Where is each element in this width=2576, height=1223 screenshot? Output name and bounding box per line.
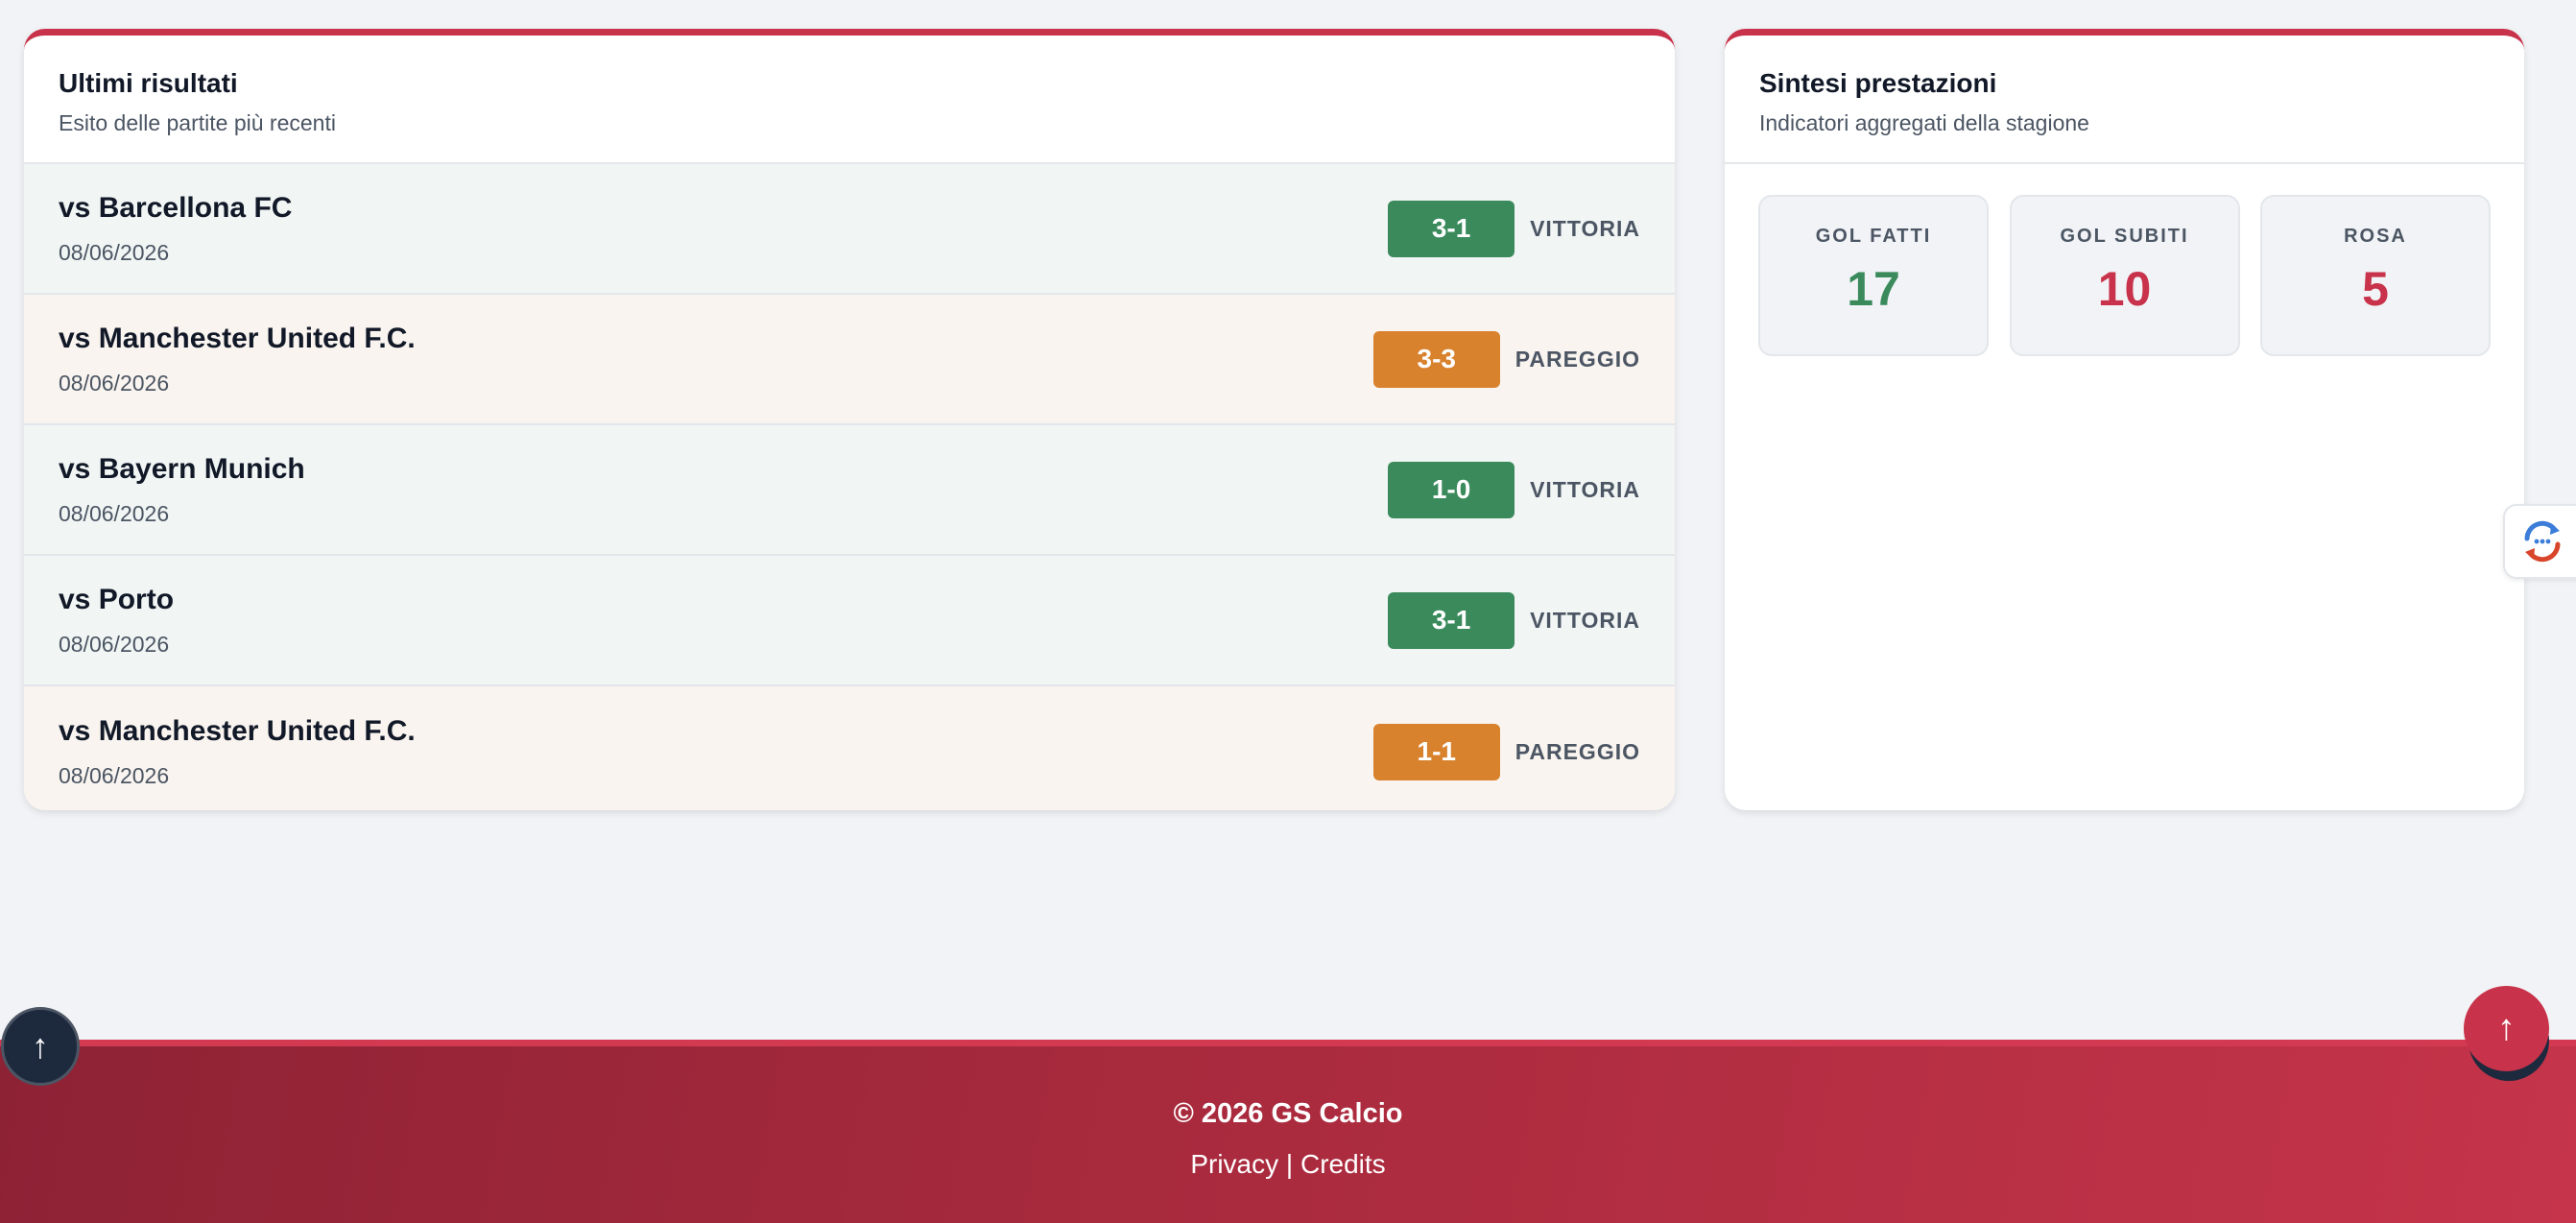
match-result: 1-0 VITTORIA: [1388, 461, 1640, 518]
privacy-link[interactable]: Privacy: [1190, 1149, 1278, 1179]
summary-subtitle: Indicatori aggregati della stagione: [1759, 110, 2089, 135]
scroll-to-top-button[interactable]: ↑: [1, 1007, 80, 1086]
outcome-label: VITTORIA: [1530, 607, 1640, 633]
match-opponent: vs Manchester United F.C.: [59, 714, 416, 747]
match-date: 08/06/2026: [59, 762, 170, 788]
arrow-up-icon: ↑: [2497, 1008, 2516, 1048]
match-opponent: vs Barcellona FC: [59, 191, 293, 224]
match-opponent: vs Porto: [59, 583, 175, 615]
stat-value: 10: [2097, 262, 2152, 316]
stat-label: ROSA: [2344, 226, 2407, 247]
page: Ultimi risultati Esito delle partite più…: [0, 0, 2576, 1223]
stat-goals-scored: GOL FATTI 17: [1758, 195, 1989, 356]
summary-card: Sintesi prestazioni Indicatori aggregati…: [1725, 29, 2524, 810]
match-opponent: vs Bayern Munich: [59, 452, 305, 485]
stat-label: GOL SUBITI: [2060, 226, 2189, 247]
match-date: 08/06/2026: [59, 239, 170, 265]
match-date: 08/06/2026: [59, 631, 170, 657]
stat-squad: ROSA 5: [2260, 195, 2491, 356]
match-row[interactable]: vs Barcellona FC 08/06/2026 3-1 VITTORIA: [24, 164, 1675, 295]
credits-link[interactable]: Credits: [1300, 1149, 1386, 1179]
refresh-chat-icon: [2524, 520, 2561, 563]
score-badge: 1-0: [1388, 461, 1515, 518]
stat-label: GOL FATTI: [1815, 226, 1932, 247]
score-badge: 3-3: [1372, 330, 1500, 388]
match-row[interactable]: vs Porto 08/06/2026 3-1 VITTORIA: [24, 556, 1675, 686]
outcome-label: VITTORIA: [1530, 215, 1640, 241]
match-date: 08/06/2026: [59, 500, 170, 526]
side-widget-button[interactable]: [2503, 504, 2576, 579]
footer-copyright: © 2026 GS Calcio: [1173, 1098, 1403, 1129]
outcome-label: PAREGGIO: [1515, 346, 1640, 372]
score-badge: 3-1: [1388, 591, 1515, 649]
score-badge: 1-1: [1372, 723, 1500, 780]
footer: © 2026 GS Calcio Privacy | Credits: [0, 1040, 2576, 1223]
summary-title: Sintesi prestazioni: [1759, 68, 1997, 98]
match-row[interactable]: vs Manchester United F.C. 08/06/2026 1-1…: [24, 686, 1675, 810]
match-row[interactable]: vs Manchester United F.C. 08/06/2026 3-3…: [24, 295, 1675, 425]
outcome-label: VITTORIA: [1530, 476, 1640, 502]
match-result: 3-3 PAREGGIO: [1372, 330, 1640, 388]
match-info: vs Bayern Munich 08/06/2026: [59, 453, 305, 527]
stat-goals-conceded: GOL SUBITI 10: [2009, 195, 2240, 356]
match-result: 3-1 VITTORIA: [1388, 200, 1640, 257]
results-title: Ultimi risultati: [59, 68, 238, 98]
match-info: vs Manchester United F.C. 08/06/2026: [59, 715, 416, 789]
back-to-top-button[interactable]: ↑: [2464, 986, 2549, 1071]
results-header: Ultimi risultati Esito delle partite più…: [24, 36, 1675, 164]
match-info: vs Manchester United F.C. 08/06/2026: [59, 323, 416, 396]
footer-separator: |: [1285, 1149, 1294, 1179]
stat-value: 5: [2362, 262, 2389, 316]
match-date: 08/06/2026: [59, 370, 170, 396]
results-card: Ultimi risultati Esito delle partite più…: [24, 29, 1675, 810]
match-result: 1-1 PAREGGIO: [1372, 723, 1640, 780]
match-row[interactable]: vs Bayern Munich 08/06/2026 1-0 VITTORIA: [24, 425, 1675, 556]
summary-header: Sintesi prestazioni Indicatori aggregati…: [1725, 36, 2524, 164]
match-result: 3-1 VITTORIA: [1388, 591, 1640, 649]
stat-value: 17: [1847, 262, 1900, 316]
footer-links: Privacy | Credits: [0, 1149, 2576, 1180]
outcome-label: PAREGGIO: [1515, 738, 1640, 764]
match-opponent: vs Manchester United F.C.: [59, 322, 416, 354]
stats-grid: GOL FATTI 17 GOL SUBITI 10 ROSA 5: [1725, 164, 2524, 356]
match-info: vs Porto 08/06/2026: [59, 584, 174, 658]
results-subtitle: Esito delle partite più recenti: [59, 110, 336, 135]
arrow-up-icon: ↑: [32, 1026, 49, 1066]
match-info: vs Barcellona FC 08/06/2026: [59, 192, 292, 266]
score-badge: 3-1: [1388, 200, 1515, 257]
